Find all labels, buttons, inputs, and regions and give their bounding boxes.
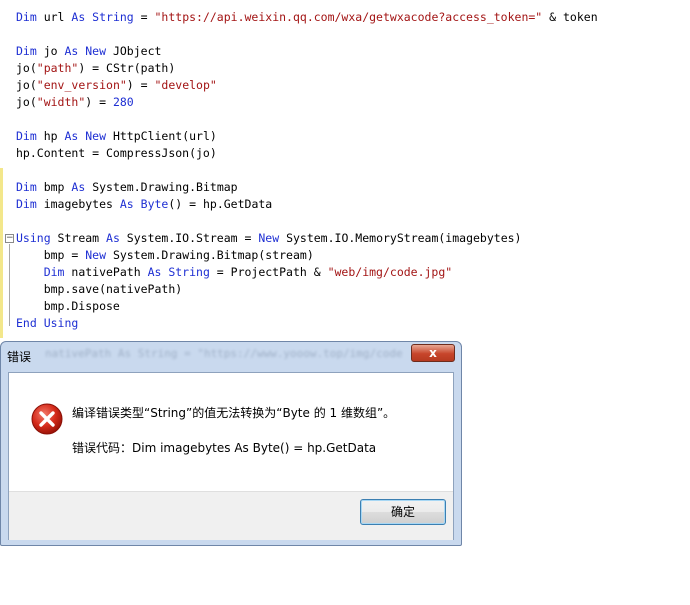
code-line-1: Dim url As String = "https://api.weixin.… — [16, 10, 598, 24]
ok-button[interactable]: 确定 — [360, 499, 446, 525]
code-line-15: End Using — [16, 316, 79, 330]
error-message: 编译错误类型“String”的值无法转换为“Byte 的 1 维数组”。 — [72, 406, 396, 420]
code-line-11: bmp = New System.Drawing.Bitmap(stream) — [16, 248, 314, 262]
dialog-title: 错误 — [7, 350, 32, 364]
error-dialog: nativePath As String = "https://www.yooo… — [0, 341, 462, 546]
code-line-14: bmp.Dispose — [16, 299, 120, 313]
code-line-8: Dim bmp As System.Drawing.Bitmap — [16, 180, 238, 194]
code-line-4: jo("env_version") = "develop" — [16, 78, 217, 92]
code-line-5: jo("width") = 280 — [16, 95, 134, 109]
code-line-12: Dim nativePath As String = ProjectPath &… — [16, 265, 453, 279]
titlebar-background-text: nativePath As String = "https://www.yooo… — [45, 347, 403, 360]
error-detail: 错误代码：Dim imagebytes As Byte() = hp.GetDa… — [72, 441, 377, 455]
dialog-body: 编译错误类型“String”的值无法转换为“Byte 的 1 维数组”。 错误代… — [8, 372, 454, 540]
code-line-2: Dim jo As New JObject — [16, 44, 162, 58]
code-line-7: hp.Content = CompressJson(jo) — [16, 146, 217, 160]
dialog-titlebar[interactable]: nativePath As String = "https://www.yooo… — [1, 342, 461, 370]
collapse-guide-line — [9, 244, 10, 326]
code-line-10: Using Stream As System.IO.Stream = New S… — [16, 231, 522, 245]
close-button[interactable]: x — [411, 344, 455, 362]
change-indicator-bar — [0, 168, 3, 338]
code-line-9: Dim imagebytes As Byte() = hp.GetData — [16, 197, 273, 211]
code-line-6: Dim hp As New HttpClient(url) — [16, 129, 217, 143]
code-line-13: bmp.save(nativePath) — [16, 282, 183, 296]
error-icon — [31, 403, 63, 435]
code-line-3: jo("path") = CStr(path) — [16, 61, 176, 75]
collapse-toggle-icon[interactable]: − — [5, 234, 14, 243]
dialog-button-bar: 确定 — [9, 491, 453, 540]
code-editor[interactable]: Dim url As String = "https://api.weixin.… — [0, 0, 690, 340]
